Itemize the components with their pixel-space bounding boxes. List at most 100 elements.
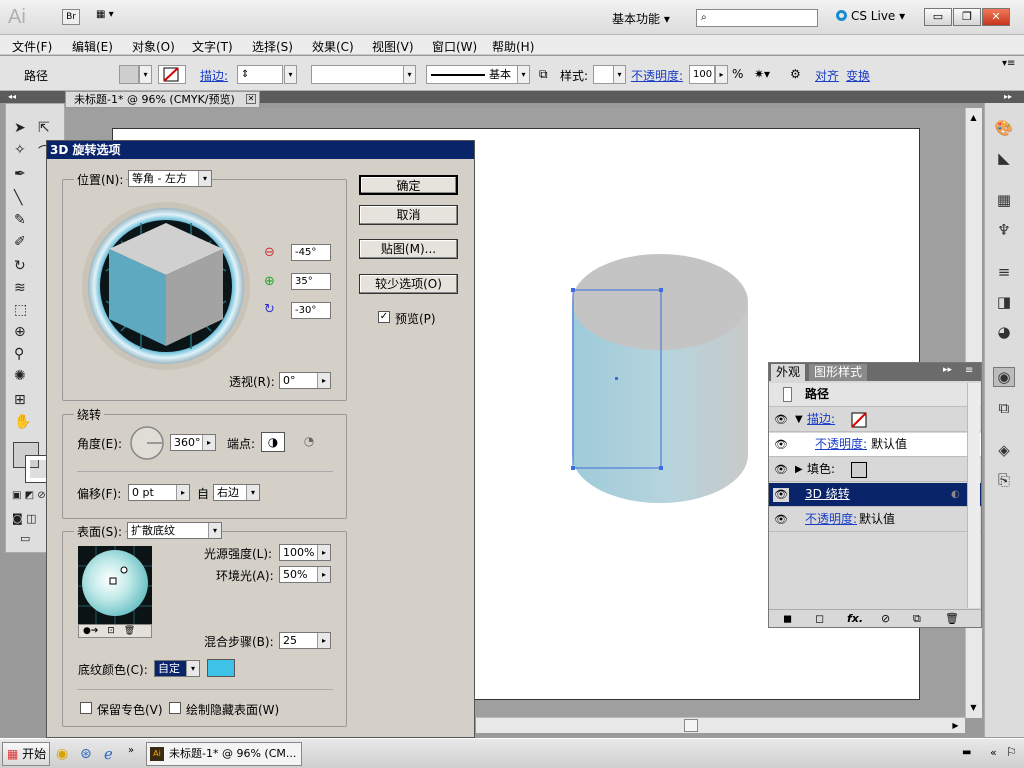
brush-definition[interactable]: 基本 — [426, 65, 518, 84]
close-tab-icon[interactable]: ✕ — [246, 94, 256, 104]
hand-tool-icon[interactable]: ✋ — [14, 414, 31, 430]
collapse-triangle-icon[interactable]: ▶ — [795, 458, 803, 481]
minimize-button[interactable]: ▭ — [924, 8, 952, 26]
trash-icon[interactable]: 🗑 — [945, 612, 959, 625]
opacity-panel-link[interactable]: 不透明度: — [631, 67, 683, 84]
position-select[interactable]: 等角 - 左方 ▾ — [128, 170, 212, 187]
appearance-row-opacity[interactable]: 👁 不透明度: 默认值 — [769, 508, 981, 532]
arrange-documents-button[interactable]: ▦ ▾ — [96, 9, 130, 25]
pencil-tool-icon[interactable]: ✐ — [14, 234, 26, 250]
swatches-icon[interactable]: ▦ — [993, 191, 1015, 211]
recolor-artwork-icon[interactable]: ✷▾ — [754, 67, 770, 81]
workspace-switcher[interactable]: 基本功能 ▾ — [612, 10, 670, 27]
help-search-input[interactable]: ⌕ — [696, 9, 818, 27]
scroll-down-icon[interactable]: ▼ — [966, 700, 981, 715]
selection-handle[interactable] — [571, 466, 575, 470]
scroll-up-icon[interactable]: ▲ — [966, 110, 981, 125]
ie-icon[interactable]: ℯ — [104, 745, 113, 763]
color-guide-icon[interactable]: ◣ — [993, 149, 1015, 169]
menu-object[interactable]: 对象(O) — [132, 38, 175, 55]
pen-tool-icon[interactable]: ✒ — [14, 166, 26, 182]
perspective-input[interactable]: 0° ▸ — [279, 372, 331, 389]
menu-type[interactable]: 文字(T) — [192, 38, 233, 55]
eyedropper-tool-icon[interactable]: ⚲ — [14, 346, 24, 362]
stroke-swatch[interactable] — [158, 65, 186, 84]
selection-handle[interactable] — [571, 288, 575, 292]
appearance-row-3d-revolve[interactable]: 👁 3D 绕转 ◐ — [769, 483, 981, 507]
bridge-button[interactable]: Br — [62, 9, 80, 25]
taskbar-item-illustrator[interactable]: Ai 未标题-1* @ 96% (CM... — [146, 742, 302, 766]
clear-appearance-icon[interactable]: ⊘ — [881, 612, 890, 625]
stroke-panel-link[interactable]: 描边: — [200, 67, 228, 84]
effect-3d-revolve-link[interactable]: 3D 绕转 — [805, 483, 850, 506]
collapse-tools-icon[interactable]: ◂◂ — [8, 91, 16, 103]
stroke-weight-input[interactable]: ⇕ — [237, 65, 283, 84]
free-transform-tool-icon[interactable]: ⬚ — [14, 302, 27, 318]
preserve-spot-checkbox[interactable] — [80, 702, 92, 714]
menu-edit[interactable]: 编辑(E) — [72, 38, 113, 55]
transform-link[interactable]: 变换 — [846, 67, 870, 84]
new-light-icon[interactable]: ⊡ — [107, 626, 115, 636]
menu-file[interactable]: 文件(F) — [12, 38, 52, 55]
menu-select[interactable]: 选择(S) — [252, 38, 293, 55]
shape-builder-tool-icon[interactable]: ⊕ — [14, 324, 26, 340]
eye-icon[interactable]: 👁 — [773, 438, 789, 452]
appearance-row-stroke[interactable]: 👁 ▼ 描边: — [769, 408, 981, 432]
stroke-opacity-label[interactable]: 不透明度: — [815, 433, 867, 456]
draw-mode-icon[interactable]: ◙ ◫ — [12, 512, 37, 525]
menu-effect[interactable]: 效果(C) — [312, 38, 354, 55]
direct-selection-tool-icon[interactable]: ⇱ — [38, 120, 50, 136]
quick-launch-icon[interactable]: ⊛ — [80, 746, 92, 762]
warp-tool-icon[interactable]: ≋ — [14, 280, 26, 296]
brush-options-icon[interactable]: ⧉ — [539, 67, 548, 82]
layers-icon[interactable]: ◈ — [993, 441, 1015, 461]
cap-on-button[interactable]: ◑ — [261, 432, 285, 452]
color-panel-icon[interactable]: 🎨 — [993, 119, 1015, 139]
ambient-light-input[interactable]: 50% ▸ — [279, 566, 331, 583]
light-intensity-input[interactable]: 100% ▸ — [279, 544, 331, 561]
angle-input[interactable]: 360° ▸ — [170, 434, 216, 451]
symbol-sprayer-tool-icon[interactable]: ✺ — [14, 368, 26, 384]
fill-swatch[interactable] — [119, 65, 139, 84]
fx-menu-icon[interactable]: fx. — [847, 612, 863, 625]
cap-off-button[interactable]: ◔ — [299, 432, 319, 452]
rotate-x-input[interactable]: -45° — [291, 244, 331, 261]
rotate-y-input[interactable]: 35° — [291, 273, 331, 290]
fewer-options-button[interactable]: 较少选项(O) — [359, 274, 458, 294]
opacity-input[interactable]: 100 — [689, 65, 715, 84]
preview-checkbox[interactable]: ✓ — [378, 311, 390, 323]
line-tool-icon[interactable]: ╲ — [14, 190, 22, 206]
color-mode-icon[interactable]: ▣ ◩ ⊘ — [12, 490, 46, 501]
variable-width-profile[interactable] — [311, 65, 405, 84]
chrome-icon[interactable]: ◉ — [56, 746, 68, 762]
graphic-style-swatch[interactable] — [593, 65, 615, 84]
appearance-row-stroke-opacity[interactable]: 👁 不透明度: 默认值 — [769, 433, 981, 457]
lighting-sphere[interactable] — [78, 546, 152, 624]
opacity-row-label[interactable]: 不透明度: — [805, 508, 857, 531]
rotation-track-cube[interactable] — [81, 201, 251, 371]
surface-select[interactable]: 扩散底纹 ▾ — [127, 522, 222, 539]
collapse-panel-icon[interactable]: ▸▸ — [943, 365, 952, 375]
artboard-tool-icon[interactable]: ⊞ — [14, 392, 26, 408]
delete-light-icon[interactable]: 🗑 — [124, 626, 135, 636]
rotate-tool-icon[interactable]: ↻ — [14, 258, 26, 274]
eye-icon[interactable]: 👁 — [773, 488, 789, 502]
panel-menu-icon[interactable]: ≡ — [965, 365, 973, 376]
fill-swatch-icon[interactable] — [851, 462, 867, 478]
stroke-row-label[interactable]: 描边: — [807, 408, 835, 431]
profile-dropdown[interactable]: ▾ — [403, 65, 416, 84]
tab-graphic-styles[interactable]: 图形样式 — [809, 364, 868, 381]
cs-live-button[interactable]: CS Live ▾ — [836, 9, 905, 23]
light-source-handle[interactable] — [109, 577, 117, 585]
align-link[interactable]: 对齐 — [815, 67, 839, 84]
stroke-panel-icon[interactable]: ≡ — [993, 263, 1015, 283]
expand-dock-icon[interactable]: ▸▸ — [1004, 91, 1012, 103]
restore-button[interactable]: ❐ — [953, 8, 981, 26]
map-art-button[interactable]: 贴图(M)... — [359, 239, 458, 259]
artboards-icon[interactable]: ⎘ — [993, 471, 1015, 491]
eye-icon[interactable]: 👁 — [773, 513, 789, 527]
gradient-panel-icon[interactable]: ◨ — [993, 293, 1015, 313]
from-select[interactable]: 右边 ▾ — [213, 484, 260, 501]
panel-scrollbar[interactable] — [967, 383, 980, 608]
appearance-panel-icon[interactable]: ◉ — [993, 367, 1015, 387]
